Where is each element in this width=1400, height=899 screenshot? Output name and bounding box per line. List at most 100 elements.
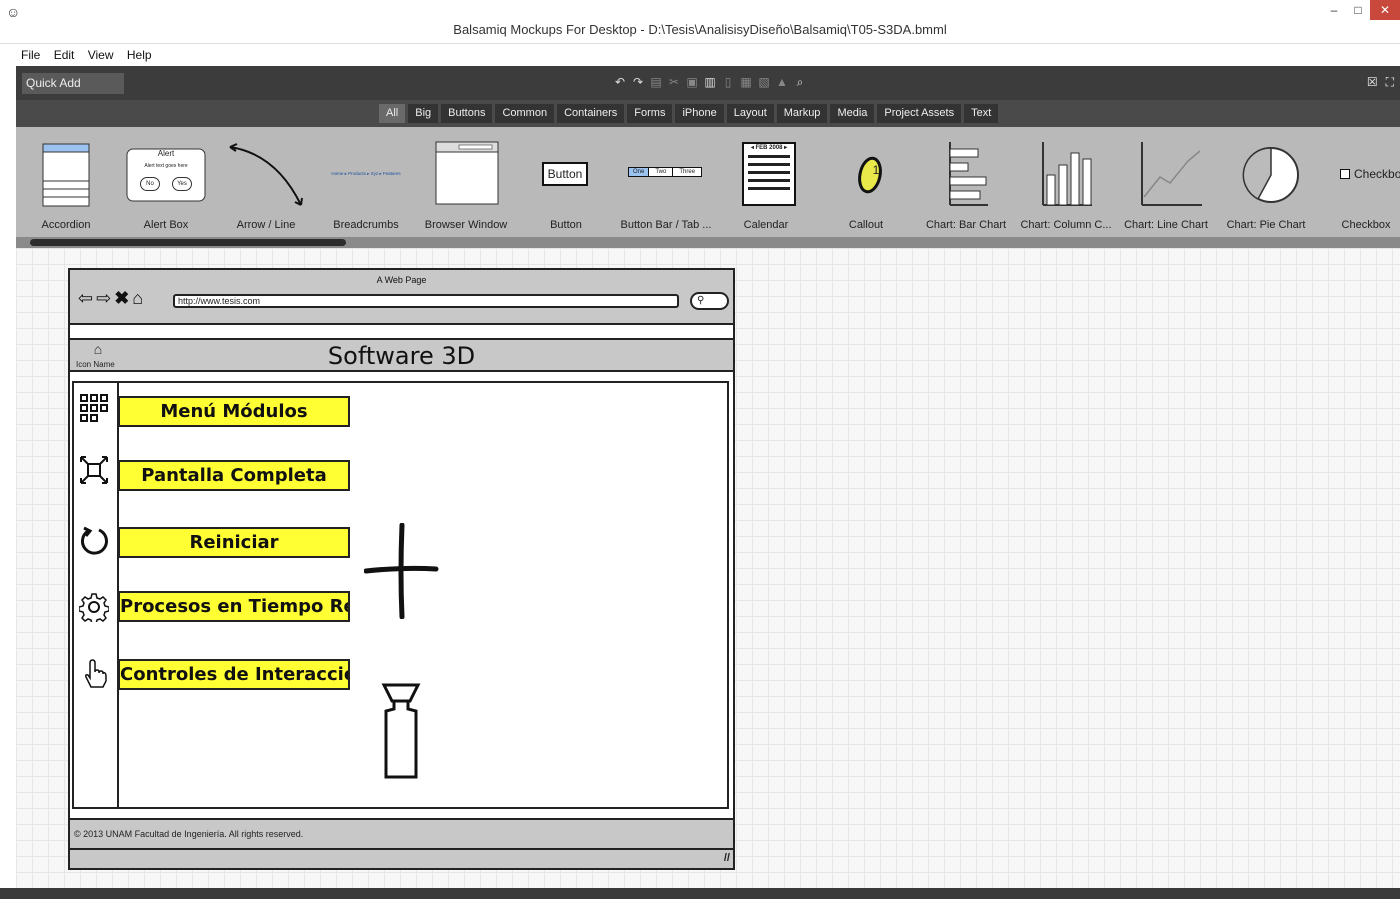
menu-help[interactable]: Help (125, 44, 154, 66)
breadcrumb-thumb: Home ▸ Products ▸ Xyz ▸ Features (331, 171, 401, 176)
filter-big[interactable]: Big (408, 104, 439, 123)
checkbox-thumb-box (1340, 169, 1350, 179)
forward-arrow-icon: ⇨ (96, 288, 112, 308)
redo-icon[interactable]: ↷ (632, 75, 644, 89)
resize-grip-icon[interactable]: // (724, 852, 730, 864)
filter-containers[interactable]: Containers (557, 104, 625, 123)
accordion-thumb (42, 143, 90, 207)
design-canvas[interactable]: A Web Page ⇦ ⇨ ✖ ⌂ http://www.tesis.com … (16, 248, 1400, 888)
library-item-arrow-line[interactable]: Arrow / Line (216, 127, 316, 237)
library-item-label: Checkbox (1341, 219, 1391, 231)
library-item-label: Breadcrumbs (333, 219, 399, 231)
close-panel-icon[interactable]: ☒ (1367, 75, 1378, 90)
library-item-line-chart[interactable]: Chart: Line Chart (1116, 127, 1216, 237)
clipboard-icon[interactable]: ▥ (704, 75, 716, 89)
library-item-label: Chart: Line Chart (1124, 219, 1208, 231)
filter-layout[interactable]: Layout (726, 104, 774, 123)
library-item-label: Chart: Column C... (1020, 219, 1112, 231)
gear-icon (79, 593, 109, 622)
menu-modulos-button[interactable]: Menú Módulos (118, 396, 350, 427)
menu-edit[interactable]: Edit (52, 44, 77, 66)
fullscreen-icon (80, 456, 108, 484)
quick-add-input[interactable]: Quick Add (22, 73, 124, 94)
edit-icons: ↶ ↷ ▤ ✂ ▣ ▥ ▯ ▦ ▧ ▲ ⌕ (614, 75, 806, 91)
procesos-tiempo-real-button[interactable]: Procesos en Tiempo Real (118, 591, 350, 622)
filter-forms[interactable]: Forms (627, 104, 673, 123)
mockup-search-icon: ⚲ (690, 292, 729, 310)
filter-all[interactable]: All (379, 104, 406, 123)
calendar-header: ◂ FEB 2008 ▸ (750, 145, 788, 151)
column-chart-thumb (1042, 142, 1092, 206)
minimize-button[interactable]: – (1322, 0, 1346, 20)
library-item-label: Arrow / Line (236, 219, 296, 231)
library-item-alert-box[interactable]: Alert Alert text goes here No Yes Alert … (116, 127, 216, 237)
paste-icon[interactable]: ▣ (686, 75, 698, 89)
library-item-breadcrumbs[interactable]: Home ▸ Products ▸ Xyz ▸ Features Breadcr… (316, 127, 416, 237)
filter-buttons[interactable]: Buttons (441, 104, 493, 123)
library-item-bar-chart[interactable]: Chart: Bar Chart (916, 127, 1016, 237)
controles-interaccion-button[interactable]: Controles de Interacción (118, 659, 350, 690)
line-chart-thumb (1141, 142, 1202, 206)
library-item-callout[interactable]: 1 Callout (816, 127, 916, 237)
mockup-url-field: http://www.tesis.com (173, 294, 679, 308)
filter-media[interactable]: Media (830, 104, 875, 123)
fullscreen-icon[interactable]: ⛶ (1386, 75, 1394, 90)
library-item-pie-chart[interactable]: Chart: Pie Chart (1216, 127, 1316, 237)
smiley-icon: ☺ (6, 4, 21, 20)
lock-icon[interactable]: ▲ (776, 75, 788, 89)
window-title: Balsamiq Mockups For Desktop - D:\Tesis\… (453, 22, 947, 37)
undo-icon[interactable]: ↶ (614, 75, 626, 89)
cut-icon[interactable]: ✂ (668, 75, 680, 89)
window-titlebar: ☺ Balsamiq Mockups For Desktop - D:\Tesi… (0, 0, 1400, 44)
library-scrollbar[interactable] (16, 237, 1400, 248)
menu-view[interactable]: View (86, 44, 116, 66)
alert-title: Alert (157, 149, 175, 158)
button-bar-thumb: One Two Three (628, 167, 703, 177)
mockup-header: ⌂ Icon Name Software 3D (70, 338, 733, 372)
pie-chart-thumb (1242, 147, 1299, 203)
library-item-calendar[interactable]: ◂ FEB 2008 ▸ Calendar (716, 127, 816, 237)
library-item-column-chart[interactable]: Chart: Column C... (1016, 127, 1116, 237)
mockup-statusbar: // (70, 850, 733, 868)
menu-file[interactable]: File (19, 44, 42, 66)
filter-project-assets[interactable]: Project Assets (877, 104, 962, 123)
mockup-heading: Software 3D (327, 342, 476, 370)
bottom-scrollbar[interactable] (0, 888, 1400, 899)
filter-common[interactable]: Common (495, 104, 555, 123)
ungroup-icon[interactable]: ▧ (758, 75, 770, 89)
pantalla-completa-button[interactable]: Pantalla Completa (118, 460, 350, 491)
library-item-button-bar[interactable]: One Two Three Button Bar / Tab ... (616, 127, 716, 237)
group-icon[interactable]: ▦ (740, 75, 752, 89)
library-item-browser-window[interactable]: Browser Window (416, 127, 516, 237)
search-icon[interactable]: ⌕ (794, 75, 806, 89)
mockup-browser-bar: A Web Page ⇦ ⇨ ✖ ⌂ http://www.tesis.com … (70, 270, 733, 325)
library-item-checkbox[interactable]: Checkbox Checkbox (1316, 127, 1400, 237)
library-item-button[interactable]: Button Button (516, 127, 616, 237)
filter-text[interactable]: Text (964, 104, 999, 123)
library-filters: All Big Buttons Common Containers Forms … (16, 100, 1400, 127)
back-arrow-icon: ⇦ (78, 288, 94, 308)
library-item-accordion[interactable]: Accordion (16, 127, 116, 237)
filter-iphone[interactable]: iPhone (675, 104, 724, 123)
library-item-label: Browser Window (424, 219, 508, 231)
home-icon: ⌂ (132, 288, 144, 308)
mockup-content-area: Menú Módulos Pantalla Completa Reiniciar… (72, 381, 729, 809)
mockup-page-title: A Web Page (376, 275, 427, 285)
bar-chart-thumb (949, 142, 988, 206)
component-library: Accordion Alert Alert text goes here No … (16, 127, 1400, 237)
alert-yes-button: Yes (172, 177, 192, 191)
browser-window-mockup[interactable]: A Web Page ⇦ ⇨ ✖ ⌂ http://www.tesis.com … (68, 268, 735, 870)
filter-markup[interactable]: Markup (776, 104, 828, 123)
maximize-button[interactable]: □ (1346, 0, 1370, 20)
mockup-footer: © 2013 UNAM Facultad de Ingeniería. All … (70, 818, 733, 850)
crosshair-sketch (364, 523, 439, 619)
copy-icon[interactable]: ▤ (650, 75, 662, 89)
button-bar-three: Three (679, 169, 696, 175)
mockup-footer-text: © 2013 UNAM Facultad de Ingeniería. All … (74, 829, 304, 839)
delete-icon[interactable]: ▯ (722, 75, 734, 89)
reiniciar-button[interactable]: Reiniciar (118, 527, 350, 558)
library-scrollbar-thumb[interactable] (30, 239, 346, 246)
mockup-nav-buttons: ⇦ ⇨ ✖ ⌂ (78, 288, 143, 309)
close-button[interactable]: ✕ (1370, 0, 1400, 20)
alert-text: Alert text goes here (144, 163, 188, 169)
